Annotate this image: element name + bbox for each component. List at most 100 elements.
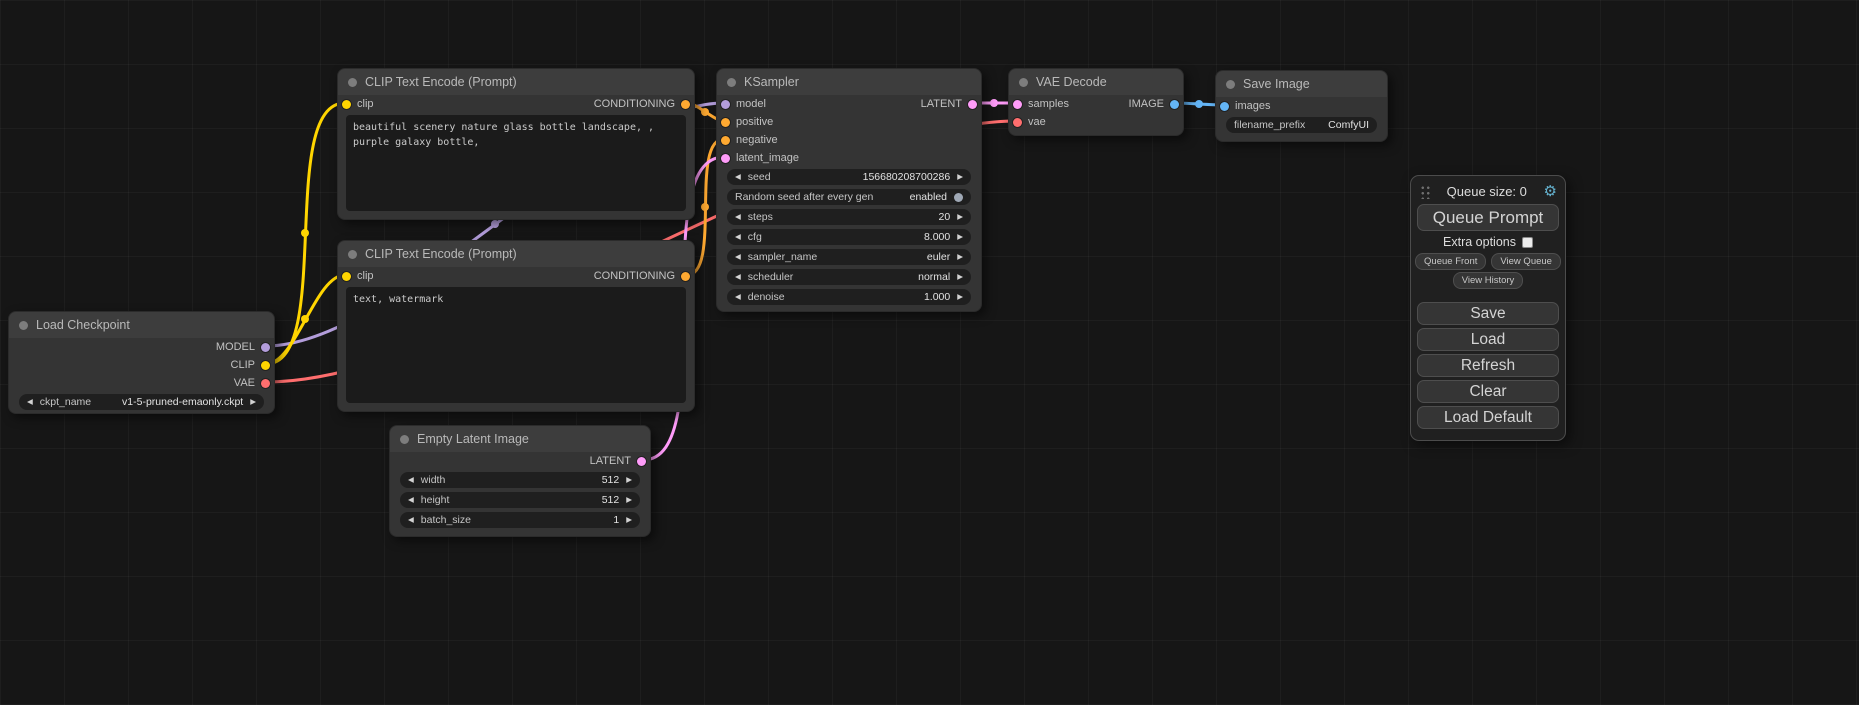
denoise-widget[interactable]: ◀ denoise 1.000 ▶: [727, 289, 971, 305]
clip-output-port[interactable]: [261, 361, 270, 370]
random-seed-toggle-widget[interactable]: Random seed after every gen enabled: [727, 189, 971, 205]
clip-input-port[interactable]: [342, 272, 351, 281]
steps-widget[interactable]: ◀ steps 20 ▶: [727, 209, 971, 225]
node-save-image[interactable]: Save Image images filename_prefix ComfyU…: [1215, 70, 1388, 142]
increment-arrow-icon[interactable]: ▶: [626, 476, 632, 484]
port-row: model LATENT: [717, 95, 981, 113]
increment-arrow-icon[interactable]: ▶: [957, 273, 963, 281]
decrement-arrow-icon[interactable]: ◀: [735, 293, 741, 301]
widget-name: height: [421, 494, 450, 506]
node-status-dot[interactable]: [400, 435, 409, 444]
port-row: latent_image: [717, 149, 981, 167]
latent-output-port[interactable]: [968, 100, 977, 109]
conditioning-output-port[interactable]: [681, 272, 690, 281]
prompt-textarea[interactable]: text, watermark: [346, 287, 686, 403]
latent-output-port[interactable]: [637, 457, 646, 466]
load-button[interactable]: Load: [1417, 328, 1559, 351]
decrement-arrow-icon[interactable]: ◀: [408, 496, 414, 504]
filename-prefix-widget[interactable]: filename_prefix ComfyUI: [1226, 117, 1377, 133]
batch-size-widget[interactable]: ◀ batch_size 1 ▶: [400, 512, 640, 528]
node-status-dot[interactable]: [348, 250, 357, 259]
width-widget[interactable]: ◀ width 512 ▶: [400, 472, 640, 488]
extra-options-checkbox[interactable]: [1522, 237, 1533, 248]
queue-prompt-button[interactable]: Queue Prompt: [1417, 204, 1559, 231]
ckpt-name-widget[interactable]: ◀ ckpt_name v1-5-pruned-emaonly.ckpt ▶: [19, 394, 264, 410]
model-output-port[interactable]: [261, 343, 270, 352]
node-clip-text-encode-positive[interactable]: CLIP Text Encode (Prompt) clip CONDITION…: [337, 68, 695, 220]
height-widget[interactable]: ◀ height 512 ▶: [400, 492, 640, 508]
decrement-arrow-icon[interactable]: ◀: [735, 273, 741, 281]
node-title-bar[interactable]: CLIP Text Encode (Prompt): [338, 241, 694, 267]
latent-image-input-port[interactable]: [721, 154, 730, 163]
seed-widget[interactable]: ◀ seed 156680208700286 ▶: [727, 169, 971, 185]
node-status-dot[interactable]: [727, 78, 736, 87]
vae-output-port[interactable]: [261, 379, 270, 388]
wire-midpoint-dot: [491, 220, 499, 228]
node-empty-latent-image[interactable]: Empty Latent Image LATENT ◀ width 512 ▶ …: [389, 425, 651, 537]
node-clip-text-encode-negative[interactable]: CLIP Text Encode (Prompt) clip CONDITION…: [337, 240, 695, 412]
samples-input-port[interactable]: [1013, 100, 1022, 109]
increment-arrow-icon[interactable]: ▶: [957, 173, 963, 181]
node-title-bar[interactable]: Empty Latent Image: [390, 426, 650, 452]
node-title-bar[interactable]: KSampler: [717, 69, 981, 95]
model-input-port[interactable]: [721, 100, 730, 109]
toggle-indicator-icon[interactable]: [954, 193, 963, 202]
widget-name: cfg: [748, 231, 762, 243]
image-output-port[interactable]: [1170, 100, 1179, 109]
port-label: images: [1235, 100, 1270, 112]
increment-arrow-icon[interactable]: ▶: [250, 398, 256, 406]
decrement-arrow-icon[interactable]: ◀: [27, 398, 33, 406]
extra-options-label: Extra options: [1443, 235, 1516, 249]
prompt-textarea[interactable]: beautiful scenery nature glass bottle la…: [346, 115, 686, 211]
node-status-dot[interactable]: [19, 321, 28, 330]
vae-input-port[interactable]: [1013, 118, 1022, 127]
node-title-bar[interactable]: Load Checkpoint: [9, 312, 274, 338]
clip-input-port[interactable]: [342, 100, 351, 109]
node-load-checkpoint[interactable]: Load Checkpoint MODEL CLIP VAE ◀ ckpt_na…: [8, 311, 275, 414]
increment-arrow-icon[interactable]: ▶: [957, 233, 963, 241]
view-history-button[interactable]: View History: [1453, 272, 1524, 289]
wire-clip-positive: [266, 103, 345, 364]
load-default-button[interactable]: Load Default: [1417, 406, 1559, 429]
node-status-dot[interactable]: [1226, 80, 1235, 89]
decrement-arrow-icon[interactable]: ◀: [735, 213, 741, 221]
settings-gear-icon[interactable]: ⚙: [1544, 184, 1557, 199]
queue-front-button[interactable]: Queue Front: [1415, 253, 1486, 270]
increment-arrow-icon[interactable]: ▶: [957, 293, 963, 301]
view-queue-button[interactable]: View Queue: [1491, 253, 1561, 270]
node-status-dot[interactable]: [348, 78, 357, 87]
node-vae-decode[interactable]: VAE Decode samples IMAGE vae: [1008, 68, 1184, 136]
decrement-arrow-icon[interactable]: ◀: [735, 173, 741, 181]
node-title: VAE Decode: [1036, 75, 1107, 89]
refresh-button[interactable]: Refresh: [1417, 354, 1559, 377]
port-row: samples IMAGE: [1009, 95, 1183, 113]
scheduler-widget[interactable]: ◀ scheduler normal ▶: [727, 269, 971, 285]
increment-arrow-icon[interactable]: ▶: [957, 213, 963, 221]
increment-arrow-icon[interactable]: ▶: [626, 496, 632, 504]
node-title-bar[interactable]: CLIP Text Encode (Prompt): [338, 69, 694, 95]
menu-drag-handle[interactable]: [1419, 184, 1430, 199]
cfg-widget[interactable]: ◀ cfg 8.000 ▶: [727, 229, 971, 245]
clear-button[interactable]: Clear: [1417, 380, 1559, 403]
decrement-arrow-icon[interactable]: ◀: [735, 253, 741, 261]
positive-input-port[interactable]: [721, 118, 730, 127]
port-label: latent_image: [736, 152, 799, 164]
decrement-arrow-icon[interactable]: ◀: [735, 233, 741, 241]
port-row: negative: [717, 131, 981, 149]
node-ksampler[interactable]: KSampler model LATENT positive negative …: [716, 68, 982, 312]
conditioning-output-port[interactable]: [681, 100, 690, 109]
sampler-name-widget[interactable]: ◀ sampler_name euler ▶: [727, 249, 971, 265]
decrement-arrow-icon[interactable]: ◀: [408, 516, 414, 524]
extra-options-row: Extra options: [1411, 235, 1565, 249]
increment-arrow-icon[interactable]: ▶: [957, 253, 963, 261]
node-status-dot[interactable]: [1019, 78, 1028, 87]
decrement-arrow-icon[interactable]: ◀: [408, 476, 414, 484]
node-title-bar[interactable]: Save Image: [1216, 71, 1387, 97]
negative-input-port[interactable]: [721, 136, 730, 145]
increment-arrow-icon[interactable]: ▶: [626, 516, 632, 524]
images-input-port[interactable]: [1220, 102, 1229, 111]
node-title-bar[interactable]: VAE Decode: [1009, 69, 1183, 95]
save-button[interactable]: Save: [1417, 302, 1559, 325]
wire-midpoint-dot: [701, 108, 709, 116]
port-label: LATENT: [590, 455, 631, 467]
